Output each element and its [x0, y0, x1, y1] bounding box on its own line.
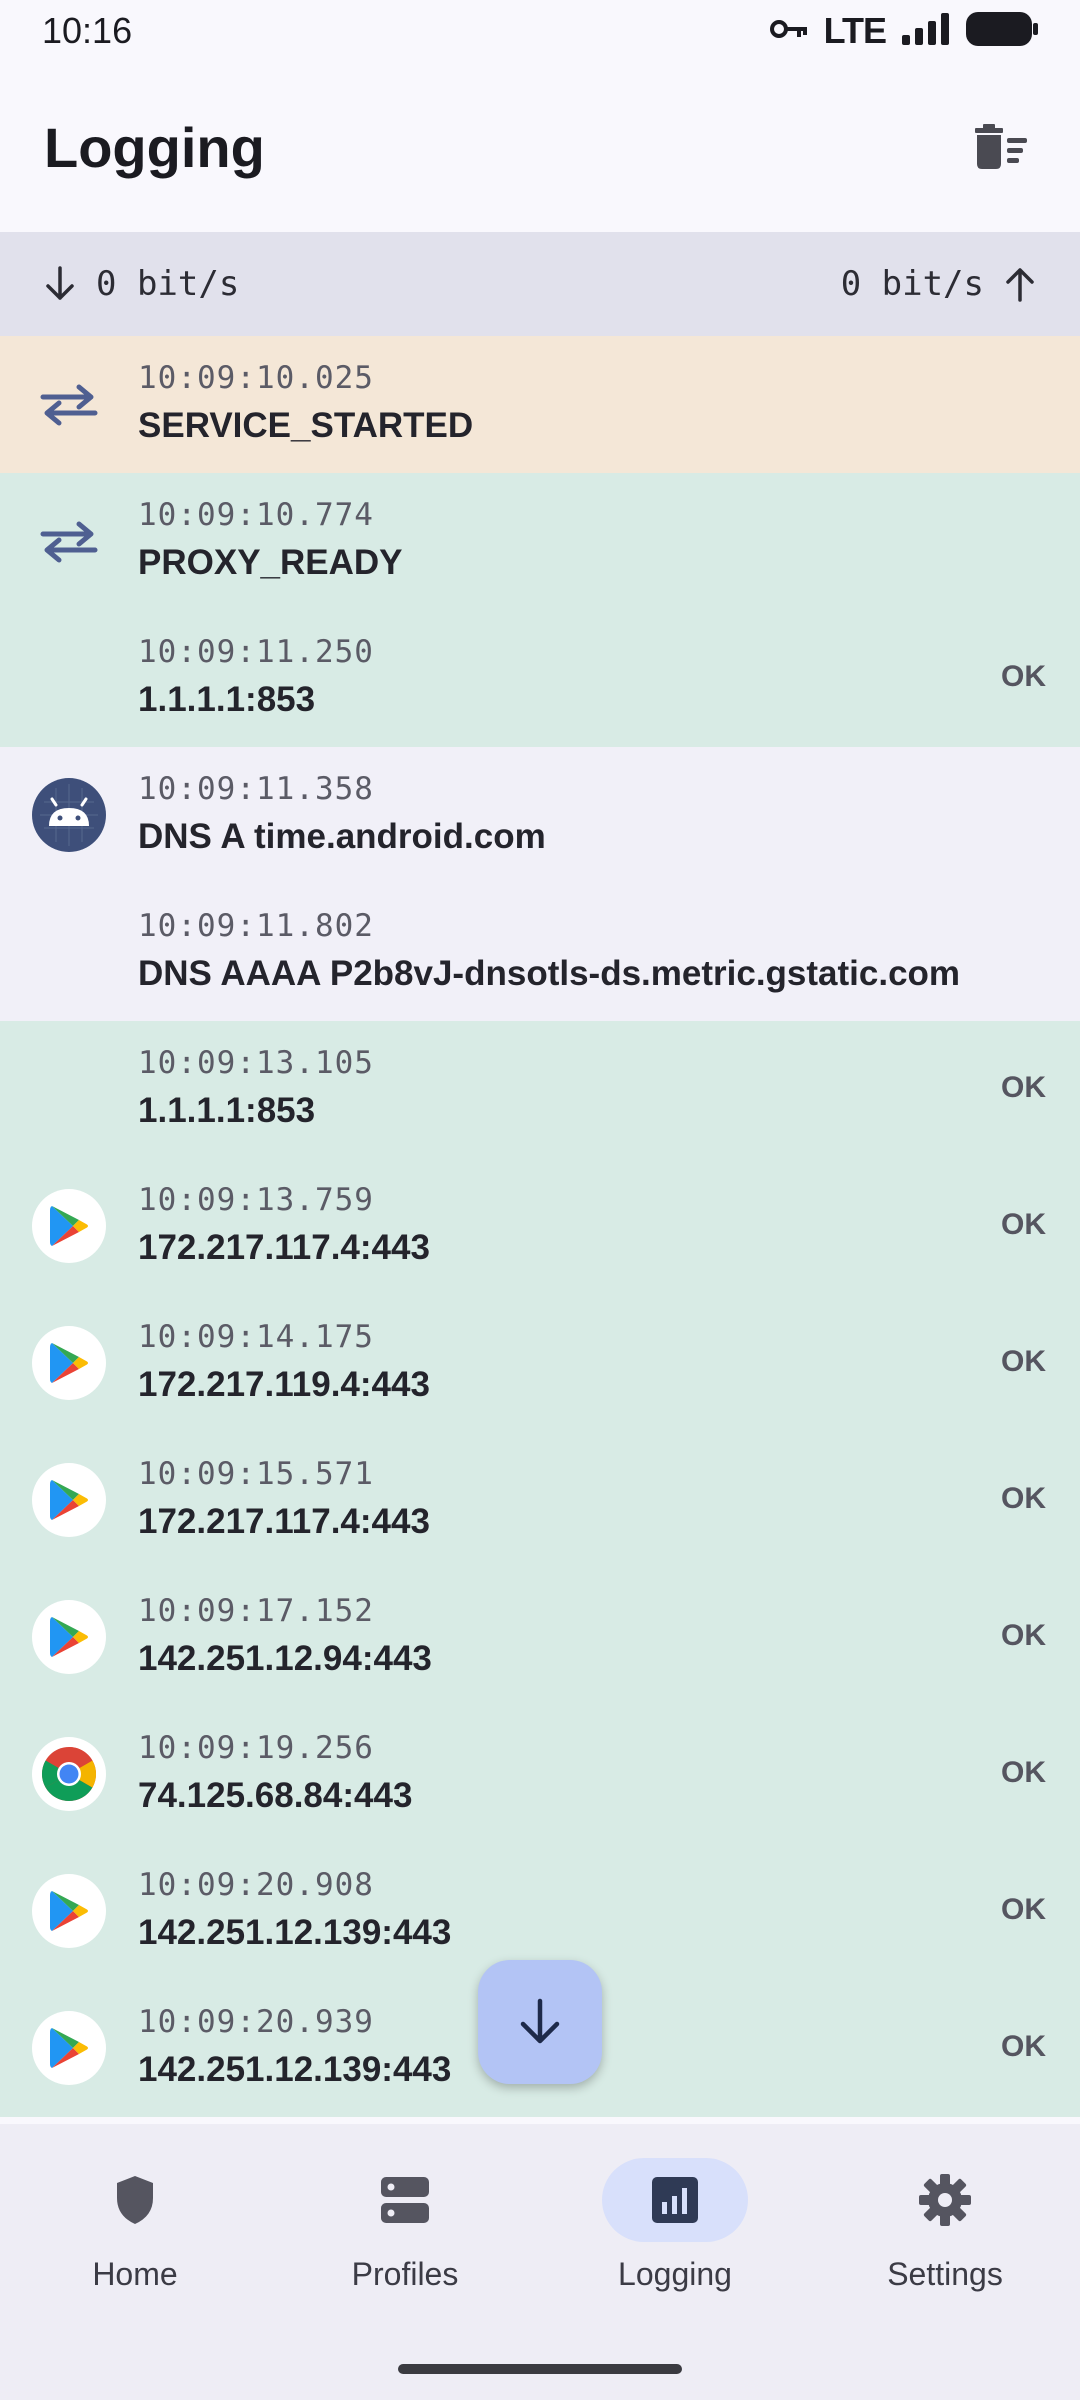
google-play-icon	[32, 2011, 106, 2085]
google-play-icon	[32, 1600, 106, 1674]
log-row-icon-slot	[32, 1052, 106, 1126]
gesture-home-bar[interactable]	[398, 2364, 682, 2374]
swap-arrows-icon	[32, 367, 106, 441]
log-status: OK	[1001, 1482, 1046, 1515]
log-message: 142.251.12.94:443	[138, 1639, 432, 1678]
log-row[interactable]: 10:09:10.025 SERVICE_STARTED	[0, 336, 1080, 473]
log-message: SERVICE_STARTED	[138, 406, 474, 445]
log-message: DNS AAAA P2b8vJ-dnsotls-ds.metric.gstati…	[138, 954, 961, 993]
log-row[interactable]: 10:09:19.256 74.125.68.84:443 OK	[0, 1706, 1080, 1843]
upload-speed-value: 0 bit/s	[840, 264, 984, 304]
log-row-icon-slot	[32, 915, 106, 989]
log-message: 74.125.68.84:443	[138, 1776, 413, 1815]
download-speed: 0 bit/s	[44, 264, 239, 304]
log-status: OK	[1001, 1756, 1046, 1789]
arrow-down-icon	[520, 1998, 560, 2044]
chart-icon	[602, 2158, 748, 2242]
log-timestamp: 10:09:10.025	[138, 360, 374, 396]
nav-item-profiles[interactable]: Profiles	[270, 2158, 540, 2318]
swap-arrows-icon	[32, 504, 106, 578]
log-message: 172.217.117.4:443	[138, 1228, 430, 1267]
log-timestamp: 10:09:20.908	[138, 1867, 374, 1903]
server-icon	[332, 2158, 478, 2242]
log-message: 1.1.1.1:853	[138, 680, 316, 719]
google-play-icon	[32, 1189, 106, 1263]
vpn-key-icon	[769, 18, 808, 45]
log-status: OK	[1001, 1208, 1046, 1241]
log-row[interactable]: 10:09:11.250 1.1.1.1:853 OK	[0, 610, 1080, 747]
log-status: OK	[1001, 1345, 1046, 1378]
status-time: 10:16	[42, 10, 133, 51]
delete-sweep-icon	[975, 124, 1027, 169]
screen: 10:16 LTE Logging 0 bit/s 0 bit/s 10:09:…	[0, 0, 1080, 2400]
log-status: OK	[1001, 1619, 1046, 1652]
log-row[interactable]: 10:09:14.175 172.217.119.4:443 OK	[0, 1295, 1080, 1432]
log-row-icon-slot	[32, 641, 106, 715]
log-row[interactable]: 10:09:17.152 142.251.12.94:443 OK	[0, 1569, 1080, 1706]
log-status: OK	[1001, 1071, 1046, 1104]
log-timestamp: 10:09:13.759	[138, 1182, 374, 1218]
log-message: 142.251.12.139:443	[138, 1913, 452, 1952]
log-timestamp: 10:09:11.250	[138, 634, 374, 670]
nav-label: Settings	[887, 2256, 1003, 2292]
nav-label: Logging	[618, 2256, 732, 2292]
scroll-to-bottom-button[interactable]	[478, 1960, 602, 2084]
traffic-speed-bar: 0 bit/s 0 bit/s	[0, 232, 1080, 336]
log-status: OK	[1001, 660, 1046, 693]
log-row[interactable]: 10:09:10.774 PROXY_READY	[0, 473, 1080, 610]
android-icon	[32, 778, 106, 852]
battery-icon	[966, 11, 1038, 51]
nav-item-logging[interactable]: Logging	[540, 2158, 810, 2318]
log-timestamp: 10:09:11.802	[138, 908, 374, 944]
log-timestamp: 10:09:11.358	[138, 771, 374, 807]
log-timestamp: 10:09:15.571	[138, 1456, 374, 1492]
log-row[interactable]: 10:09:11.358 DNS A time.android.com	[0, 747, 1080, 884]
page-title: Logging	[44, 115, 265, 179]
nav-item-settings[interactable]: Settings	[810, 2158, 1080, 2318]
download-speed-value: 0 bit/s	[96, 264, 240, 304]
arrow-down-icon	[46, 266, 74, 300]
clear-log-button[interactable]	[966, 112, 1036, 182]
status-bar: 10:16 LTE	[0, 0, 1080, 62]
log-message: 172.217.119.4:443	[138, 1365, 430, 1404]
log-timestamp: 10:09:20.939	[138, 2004, 374, 2040]
top-app-bar: Logging	[0, 62, 1080, 232]
log-timestamp: 10:09:19.256	[138, 1730, 374, 1766]
log-message: DNS A time.android.com	[138, 817, 546, 856]
log-status: OK	[1001, 2030, 1046, 2063]
network-type: LTE	[823, 10, 887, 51]
log-status: OK	[1001, 1893, 1046, 1926]
log-timestamp: 10:09:17.152	[138, 1593, 374, 1629]
shield-icon	[62, 2158, 208, 2242]
arrow-up-icon	[1006, 268, 1034, 302]
log-timestamp: 10:09:14.175	[138, 1319, 374, 1355]
status-icons: LTE	[769, 10, 1038, 52]
log-message: 142.251.12.139:443	[138, 2050, 452, 2089]
log-row[interactable]: 10:09:13.105 1.1.1.1:853 OK	[0, 1021, 1080, 1158]
log-list[interactable]: 10:09:10.025 SERVICE_STARTED 10:09:10.774…	[0, 336, 1080, 2124]
gear-icon	[872, 2158, 1018, 2242]
log-message: 1.1.1.1:853	[138, 1091, 316, 1130]
log-timestamp: 10:09:10.774	[138, 497, 374, 533]
log-timestamp: 10:09:13.105	[138, 1045, 374, 1081]
upload-speed: 0 bit/s	[841, 264, 1036, 304]
signal-icon	[902, 12, 950, 50]
nav-label: Profiles	[351, 2256, 459, 2292]
log-row[interactable]: 10:09:13.759 172.217.117.4:443 OK	[0, 1158, 1080, 1295]
log-row[interactable]: 10:09:15.571 172.217.117.4:443 OK	[0, 1432, 1080, 1569]
google-play-icon	[32, 1874, 106, 1948]
google-play-icon	[32, 1463, 106, 1537]
log-row[interactable]: 10:09:11.802 DNS AAAA P2b8vJ-dnsotls-ds.m…	[0, 884, 1080, 1021]
nav-label: Home	[92, 2256, 178, 2292]
bottom-navigation: Home Profiles Logging Settings	[0, 2124, 1080, 2400]
google-play-icon	[32, 1326, 106, 1400]
nav-item-home[interactable]: Home	[0, 2158, 270, 2318]
log-message: 172.217.117.4:443	[138, 1502, 430, 1541]
log-message: PROXY_READY	[138, 543, 403, 582]
chrome-icon	[32, 1737, 106, 1811]
